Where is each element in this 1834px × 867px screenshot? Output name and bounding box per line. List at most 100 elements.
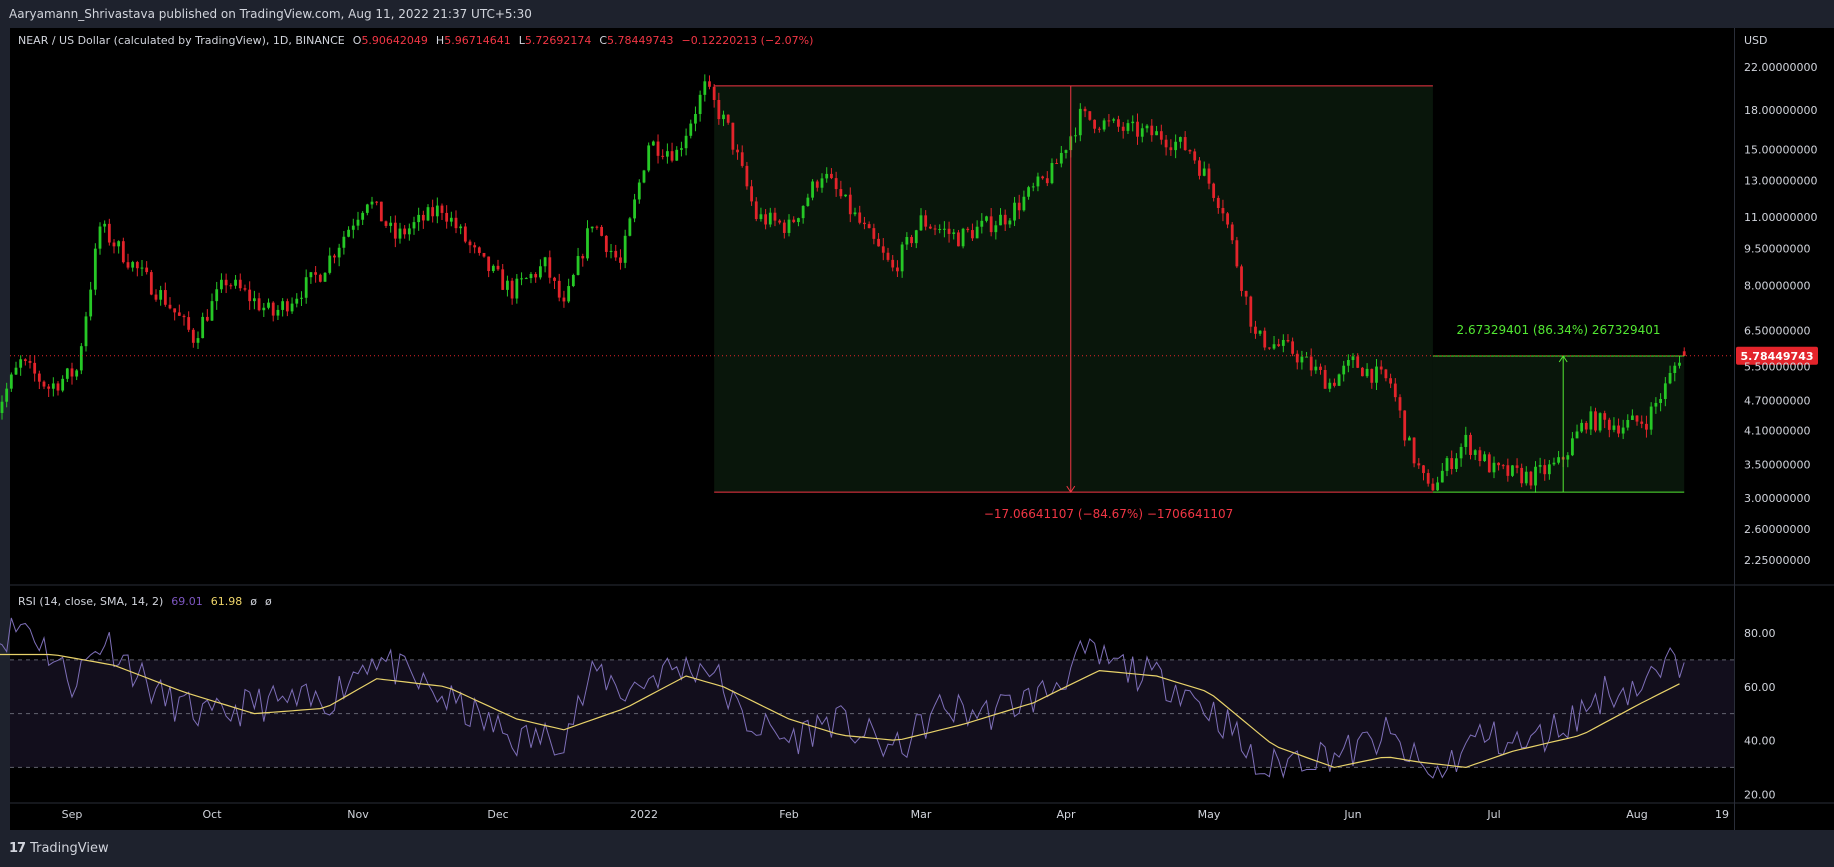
candle-body <box>633 199 636 219</box>
candle-body <box>389 222 393 226</box>
candle-body <box>1169 147 1173 151</box>
candle-body <box>900 244 904 272</box>
candle-body <box>745 165 749 187</box>
candle-body <box>1580 422 1584 432</box>
candle-body <box>201 316 205 339</box>
candle-body <box>1375 366 1378 383</box>
candle-body <box>1440 470 1444 483</box>
candle-body <box>257 298 261 311</box>
candle-body <box>215 289 219 302</box>
candle-body <box>957 232 960 247</box>
symbol-legend: NEAR / US Dollar (calculated by TradingV… <box>18 34 821 47</box>
candle-body <box>449 217 453 222</box>
candle-body <box>980 220 984 227</box>
candle-body <box>961 228 965 247</box>
candle-body <box>989 216 993 233</box>
candle-body <box>651 141 655 146</box>
candle-body <box>877 238 880 247</box>
candle-body <box>333 255 336 258</box>
candle-body <box>1183 137 1187 151</box>
candle-body <box>947 228 951 234</box>
date-tick-label: Oct <box>202 808 222 821</box>
candle-body <box>1216 197 1220 208</box>
candle-body <box>191 329 195 343</box>
candle-body <box>825 173 829 179</box>
candle-body <box>1501 465 1505 467</box>
candle-body <box>938 228 942 230</box>
candle-body <box>1346 360 1350 366</box>
candle-body <box>1202 168 1206 176</box>
candle-body <box>337 247 341 258</box>
candle-body <box>61 378 65 391</box>
symbol-title[interactable]: NEAR / US Dollar (calculated by TradingV… <box>18 34 345 47</box>
candle-body <box>431 207 435 217</box>
candle-body <box>1459 446 1463 459</box>
close-label: C <box>599 34 607 47</box>
rsi-legend: RSI (14, close, SMA, 14, 2) 69.01 61.98 … <box>18 595 272 608</box>
candle-body <box>342 236 346 248</box>
candle-body <box>684 135 688 149</box>
candle-body <box>285 301 289 312</box>
candle-body <box>1230 224 1234 241</box>
candle-body <box>1538 465 1542 467</box>
candle-body <box>238 279 242 289</box>
candle-body <box>797 218 800 223</box>
candle-body <box>149 272 153 295</box>
candle-body <box>647 145 651 171</box>
candle-body <box>1300 356 1304 363</box>
candle-body <box>1584 422 1588 430</box>
candle-body <box>1226 213 1229 225</box>
price-tick-label: 9.50000000 <box>1744 242 1810 255</box>
rsi-title[interactable]: RSI (14, close, SMA, 14, 2) <box>18 595 163 608</box>
red-range-box[interactable] <box>714 85 1433 493</box>
candle-body <box>806 197 810 206</box>
candle-body <box>398 228 402 239</box>
rsi-sma-value: 61.98 <box>210 595 243 608</box>
candle-body <box>23 359 27 362</box>
candle-body <box>1102 120 1106 130</box>
candle-body <box>905 237 909 245</box>
candle-body <box>159 290 163 300</box>
candle-body <box>1645 423 1648 430</box>
candle-body <box>1309 356 1313 371</box>
candle-body <box>933 228 937 230</box>
low-value: 5.72692174 <box>524 34 592 47</box>
candle-body <box>1571 438 1574 456</box>
candle-body <box>609 250 613 252</box>
candle-body <box>220 279 223 290</box>
candle-body <box>1398 397 1402 411</box>
tradingview-logo[interactable]: 17 TradingView <box>9 841 109 856</box>
candle-body <box>473 245 477 248</box>
chart-svg[interactable]: −17.06641107 (−84.67%) −1706641107 2.6732… <box>0 0 1834 867</box>
price-tick-label: 3.50000000 <box>1744 458 1810 471</box>
candle-body <box>1263 330 1267 348</box>
candle-body <box>853 212 857 215</box>
candle-body <box>417 214 421 223</box>
candle-body <box>154 294 158 300</box>
candle-body <box>736 149 739 153</box>
candle-body <box>1017 202 1021 211</box>
candle-body <box>768 212 772 225</box>
candle-body <box>384 221 388 226</box>
candle-body <box>1524 471 1528 484</box>
candle-body <box>1126 123 1130 131</box>
candle-body <box>1621 427 1625 434</box>
candle-body <box>19 359 23 368</box>
candle-body <box>1673 365 1677 374</box>
candle-body <box>435 205 439 217</box>
candle-body <box>1389 378 1392 384</box>
candle-body <box>1031 186 1035 188</box>
candle-body <box>1013 202 1016 221</box>
candle-body <box>600 226 604 236</box>
candle-body <box>1022 196 1026 211</box>
candle-body <box>1426 473 1430 484</box>
candle-body <box>135 262 139 269</box>
candle-body <box>173 308 177 313</box>
candle-body <box>1356 356 1360 368</box>
green-range-label: 2.67329401 (86.34%) 267329401 <box>1457 323 1661 337</box>
date-tick-label: Apr <box>1056 808 1076 821</box>
candle-body <box>205 316 209 321</box>
candle-body <box>586 228 589 259</box>
candle-body <box>79 346 83 371</box>
price-tick-label: 2.25000000 <box>1744 554 1810 567</box>
